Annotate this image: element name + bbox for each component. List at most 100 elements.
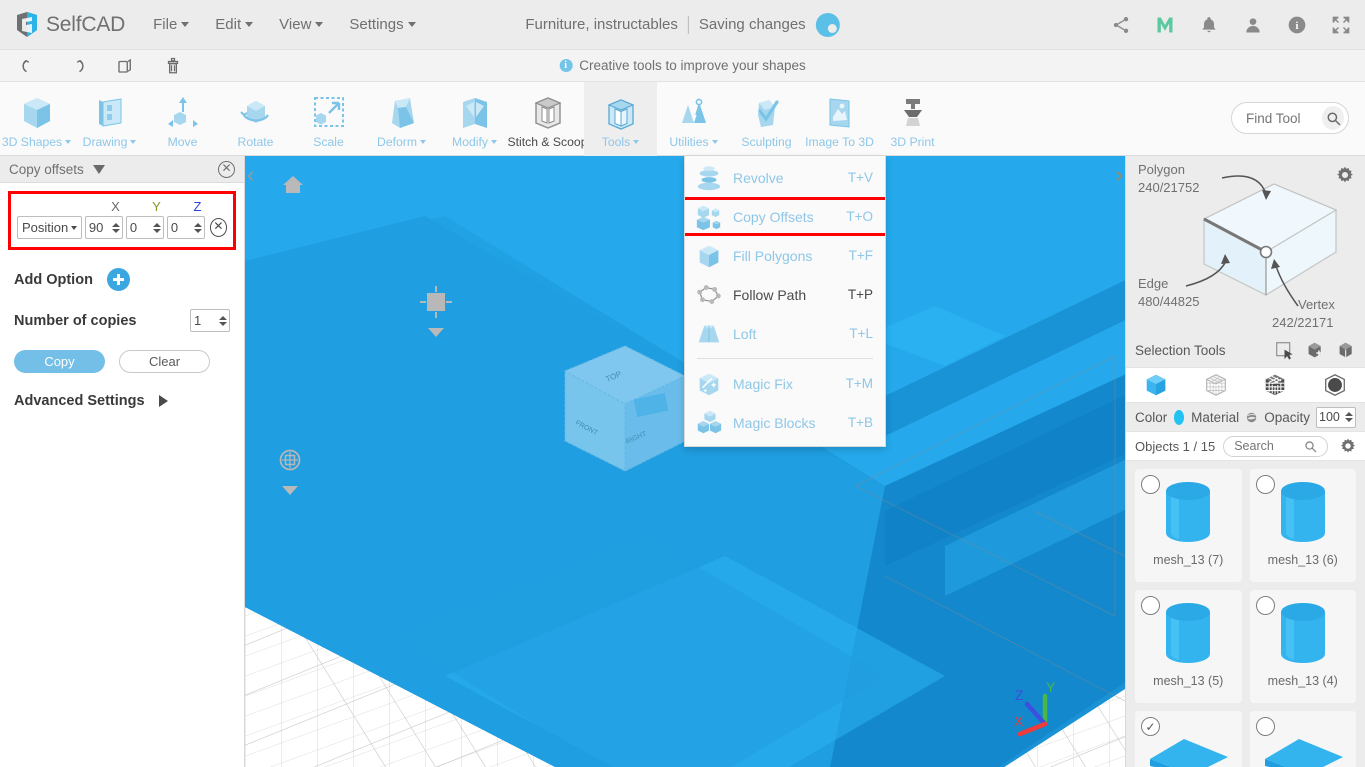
arrow-up-icon[interactable]	[1345, 412, 1353, 416]
pan-dropdown-icon[interactable]	[428, 328, 444, 337]
dropdown-item-fill-polygons[interactable]: Fill Polygons T+F	[685, 236, 885, 275]
user-icon[interactable]	[1243, 15, 1263, 35]
offset-z-input[interactable]	[167, 220, 194, 235]
remove-offset-row-icon[interactable]: ✕	[209, 218, 227, 237]
ribbon-scale[interactable]: Scale	[292, 82, 365, 156]
collapse-left-panel-icon[interactable]: ‹	[247, 164, 254, 186]
redo-icon[interactable]	[68, 57, 86, 75]
copy-icon[interactable]	[116, 57, 134, 75]
menu-file[interactable]: File	[153, 16, 190, 33]
list-item[interactable]: mesh_13 (6)	[1249, 469, 1356, 582]
stepper-arrows[interactable]	[193, 222, 202, 233]
info-icon[interactable]: i	[1287, 15, 1307, 35]
ribbon-3d-print[interactable]: 3D Print	[876, 82, 949, 156]
list-item[interactable]: ✓	[1135, 711, 1242, 767]
ribbon-stitch-scoop[interactable]: Stitch & Scoop	[508, 82, 587, 156]
arrow-up-icon[interactable]	[111, 222, 120, 227]
material-icon[interactable]	[1246, 409, 1257, 426]
dropdown-item-follow-path[interactable]: Follow Path T+P	[685, 275, 885, 314]
arrow-up-icon[interactable]	[193, 222, 202, 227]
offset-y-input[interactable]	[126, 220, 153, 235]
dropdown-item-revolve[interactable]: Revolve T+V	[685, 158, 885, 197]
copies-input[interactable]	[191, 313, 217, 328]
objects-search[interactable]	[1223, 435, 1329, 457]
clear-button[interactable]: Clear	[119, 350, 210, 373]
object-checkbox[interactable]	[1141, 596, 1160, 615]
arrow-down-icon[interactable]	[193, 228, 202, 233]
stepper-arrows[interactable]	[111, 222, 120, 233]
menu-edit[interactable]: Edit	[215, 16, 254, 33]
ribbon-sculpting[interactable]: Sculpting	[730, 82, 803, 156]
menu-view[interactable]: View	[279, 16, 324, 33]
close-icon[interactable]: ✕	[218, 160, 235, 178]
list-item[interactable]: mesh_13 (5)	[1135, 590, 1242, 703]
brand[interactable]: SelfCAD	[14, 11, 125, 39]
arrow-down-icon[interactable]	[111, 228, 120, 233]
color-swatch[interactable]	[1174, 409, 1185, 425]
list-item[interactable]	[1249, 711, 1356, 767]
dropdown-item-magic-blocks[interactable]: Magic Blocks T+B	[685, 403, 885, 442]
undo-icon[interactable]	[20, 57, 38, 75]
dropdown-item-magic-fix[interactable]: Magic Fix T+M	[685, 364, 885, 403]
object-mode-icon[interactable]	[1143, 372, 1169, 398]
share-icon[interactable]	[1111, 15, 1131, 35]
vertex-mode-icon[interactable]	[1203, 372, 1229, 398]
advanced-settings-row[interactable]: Advanced Settings	[0, 393, 244, 409]
ribbon-tools[interactable]: Tools	[584, 82, 657, 156]
find-tool-input[interactable]	[1246, 110, 1322, 126]
opacity-input[interactable]	[1317, 410, 1345, 424]
offset-type-select[interactable]: Position	[17, 216, 82, 239]
arrow-down-icon[interactable]	[152, 228, 161, 233]
collapse-right-panel-icon[interactable]: ›	[1116, 164, 1123, 186]
stepper-arrows[interactable]	[1345, 412, 1353, 422]
search-icon[interactable]	[1304, 440, 1317, 453]
objects-search-input[interactable]	[1234, 439, 1305, 453]
dropdown-item-copy-offsets[interactable]: Copy Offsets T+O	[685, 197, 885, 236]
copy-button[interactable]: Copy	[14, 350, 105, 373]
find-tool[interactable]	[1231, 102, 1349, 134]
medium-logo-icon[interactable]	[1155, 15, 1175, 35]
offset-x-input[interactable]	[85, 220, 112, 235]
opacity-stepper[interactable]	[1316, 406, 1356, 428]
object-checkbox[interactable]: ✓	[1141, 717, 1160, 736]
gear-icon[interactable]	[1336, 166, 1354, 184]
ribbon-drawing[interactable]: Drawing	[73, 82, 146, 156]
project-title[interactable]: Furniture, instructables	[525, 16, 678, 33]
arrow-up-icon[interactable]	[219, 315, 227, 320]
offset-y-stepper[interactable]	[125, 216, 164, 239]
stepper-arrows[interactable]	[152, 222, 161, 233]
arrow-down-icon[interactable]	[219, 321, 227, 326]
list-item[interactable]: mesh_13 (4)	[1249, 590, 1356, 703]
polygon-mode-icon[interactable]	[1322, 372, 1348, 398]
stepper-arrows[interactable]	[219, 315, 227, 326]
arrow-down-icon[interactable]	[1345, 418, 1353, 422]
ribbon-rotate[interactable]: Rotate	[219, 82, 292, 156]
objects-settings-gear-icon[interactable]	[1340, 438, 1356, 454]
offset-x-stepper[interactable]	[84, 216, 123, 239]
object-checkbox[interactable]	[1255, 596, 1275, 615]
box-select-icon[interactable]	[1337, 341, 1356, 360]
menu-settings[interactable]: Settings	[349, 16, 416, 33]
ribbon-utilities[interactable]: Utilities	[657, 82, 730, 156]
ribbon-image-to-3d[interactable]: Image To 3D	[803, 82, 876, 156]
copies-stepper[interactable]	[190, 309, 230, 332]
bell-icon[interactable]	[1199, 15, 1219, 35]
list-item[interactable]: mesh_13 (7)	[1135, 469, 1242, 582]
add-select-icon[interactable]	[1306, 341, 1325, 360]
ribbon-3d-shapes[interactable]: 3D Shapes	[0, 82, 73, 156]
ribbon-move[interactable]: Move	[146, 82, 219, 156]
delete-icon[interactable]	[164, 57, 182, 75]
fullscreen-icon[interactable]	[1331, 15, 1351, 35]
offset-z-stepper[interactable]	[166, 216, 205, 239]
add-option-button[interactable]	[106, 268, 130, 291]
ribbon-deform[interactable]: Deform	[365, 82, 438, 156]
object-checkbox[interactable]	[1141, 475, 1160, 494]
dropdown-item-loft[interactable]: Loft T+L	[685, 314, 885, 353]
arrow-up-icon[interactable]	[152, 222, 161, 227]
search-icon[interactable]	[1322, 106, 1344, 130]
object-checkbox[interactable]	[1255, 475, 1275, 494]
ribbon-modify[interactable]: Modify	[438, 82, 511, 156]
collapse-triangle-icon[interactable]	[92, 164, 105, 174]
rectangle-select-icon[interactable]	[1275, 341, 1294, 360]
orbit-dropdown-icon[interactable]	[282, 486, 298, 495]
